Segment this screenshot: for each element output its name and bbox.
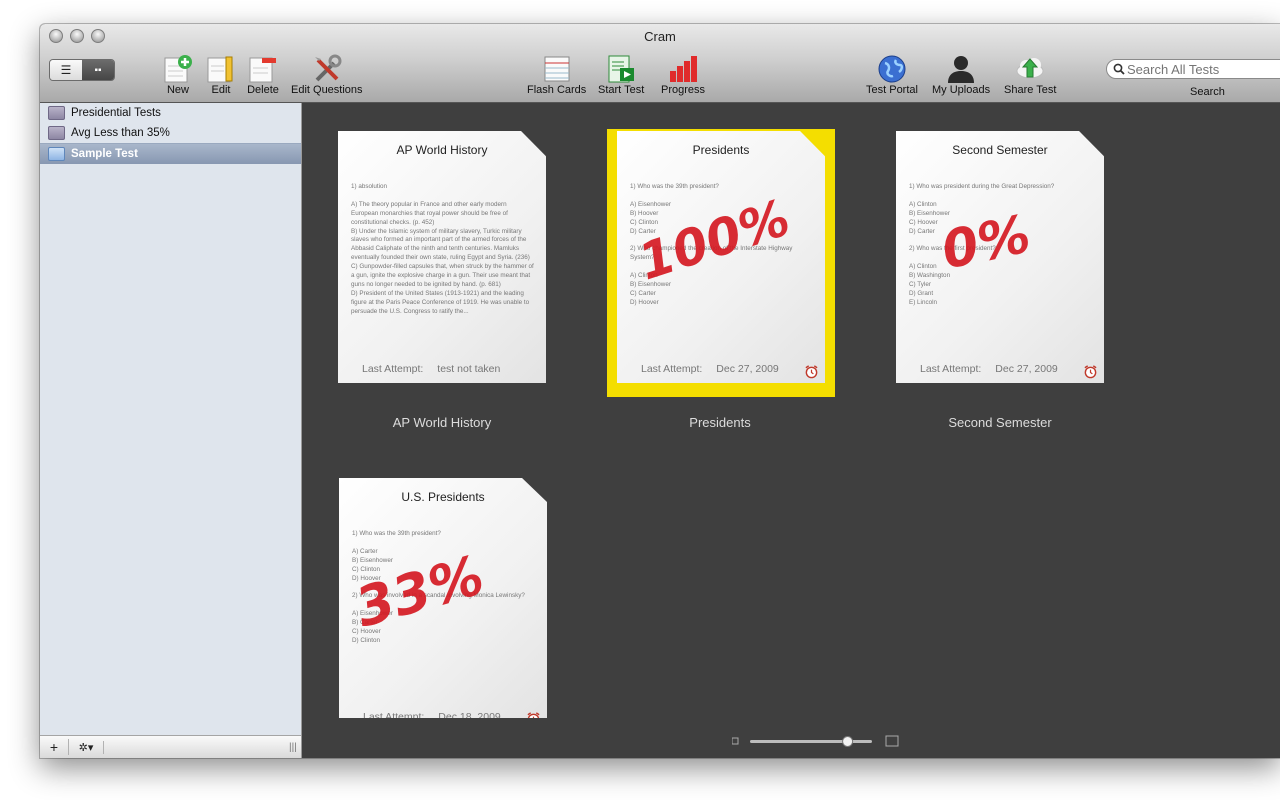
test-card-us-presidents[interactable]: U.S. Presidents 1) Who was the 39th pres…: [339, 478, 547, 718]
test-card-presidents[interactable]: Presidents 1) Who was the 39th president…: [617, 131, 825, 383]
card-last-attempt: Last Attempt: Dec 27, 2009: [641, 363, 779, 375]
last-attempt-value: test not taken: [437, 363, 501, 375]
search-field[interactable]: [1106, 59, 1280, 79]
sidebar-item-label: Presidential Tests: [71, 107, 161, 119]
grid-view-button[interactable]: ▪▪: [82, 60, 114, 80]
globe-icon: [875, 52, 909, 86]
card-title: Presidents: [692, 143, 750, 157]
test-portal-button[interactable]: Test Portal: [866, 52, 918, 96]
cloud-upload-icon: [1013, 52, 1047, 86]
sidebar-footer: + ✲▾ |||: [40, 735, 301, 758]
list-view-button[interactable]: ☰: [50, 60, 82, 80]
card-last-attempt: Last Attempt: test not taken: [362, 363, 501, 375]
sidebar-item-avg-less-than-35[interactable]: Avg Less than 35%: [40, 123, 301, 143]
last-attempt-value: Dec 18, 2009: [438, 711, 501, 723]
last-attempt-value: Dec 27, 2009: [995, 363, 1058, 375]
card-last-attempt: Last Attempt: Dec 27, 2009: [920, 363, 1058, 375]
edit-icon: [204, 52, 238, 86]
grid-icon: ▪▪: [94, 64, 102, 76]
progress-chart-icon: [666, 52, 700, 86]
view-mode-control: ☰ ▪▪: [49, 59, 115, 81]
card-preview-text: 1) absolution A) The theory popular in F…: [351, 183, 534, 315]
card-caption: Presidents: [689, 415, 751, 430]
toolbar: Cram ☰ ▪▪ New Edit Delete Edit Questions…: [40, 24, 1280, 103]
app-window: Cram ☰ ▪▪ New Edit Delete Edit Questions…: [40, 24, 1280, 758]
card-title: AP World History: [396, 143, 488, 157]
alarm-clock-icon: [805, 365, 818, 379]
share-test-button[interactable]: Share Test: [1004, 52, 1056, 96]
alarm-clock-icon: [527, 712, 540, 718]
zoom-slider[interactable]: [732, 733, 902, 749]
folder-icon: [48, 147, 65, 161]
new-button[interactable]: New: [161, 52, 195, 96]
search-label: Search: [1190, 86, 1225, 98]
new-test-icon: [161, 52, 195, 86]
start-test-button[interactable]: Start Test: [598, 52, 644, 96]
card-caption: AP World History: [392, 415, 492, 430]
test-grid: AP World History 1) absolution A) The th…: [302, 103, 1280, 758]
list-icon: ☰: [60, 63, 72, 77]
slider-track: [750, 740, 872, 743]
progress-button[interactable]: Progress: [661, 52, 705, 96]
small-size-icon: [732, 737, 739, 745]
flash-cards-icon: [540, 52, 574, 86]
add-button[interactable]: +: [40, 739, 69, 755]
flash-cards-button[interactable]: Flash Cards: [527, 52, 586, 96]
last-attempt-value: Dec 27, 2009: [716, 363, 779, 375]
delete-button[interactable]: Delete: [246, 52, 280, 96]
resize-handle[interactable]: |||: [289, 742, 301, 753]
test-card-second-semester[interactable]: Second Semester 1) Who was president dur…: [896, 131, 1104, 383]
test-card-ap-world-history[interactable]: AP World History 1) absolution A) The th…: [338, 131, 546, 383]
sidebar-item-label: Avg Less than 35%: [71, 127, 170, 139]
search-input[interactable]: [1125, 60, 1279, 78]
sidebar-item-sample-test[interactable]: Sample Test: [40, 143, 301, 164]
edit-questions-button[interactable]: Edit Questions: [291, 52, 363, 96]
user-icon: [944, 52, 978, 86]
card-caption: Second Semester: [948, 415, 1052, 430]
gear-menu-button[interactable]: ✲▾: [69, 740, 104, 754]
start-test-icon: [604, 52, 638, 86]
card-title: U.S. Presidents: [401, 490, 485, 504]
smart-folder-icon: [48, 106, 65, 120]
tools-icon: [310, 52, 344, 86]
window-title: Cram: [644, 29, 676, 44]
sidebar: Presidential Tests Avg Less than 35% Sam…: [40, 103, 302, 758]
smart-folder-icon: [48, 126, 65, 140]
alarm-clock-icon: [1084, 365, 1097, 379]
slider-thumb: [842, 736, 854, 747]
edit-button[interactable]: Edit: [204, 52, 238, 96]
card-last-attempt: Last Attempt: Dec 18, 2009: [363, 711, 501, 723]
search-icon: [1113, 63, 1125, 75]
sidebar-item-presidential-tests[interactable]: Presidential Tests: [40, 103, 301, 123]
my-uploads-button[interactable]: My Uploads: [932, 52, 990, 96]
sidebar-item-label: Sample Test: [71, 148, 138, 160]
card-title: Second Semester: [952, 143, 1048, 157]
large-size-icon: [885, 735, 899, 747]
delete-icon: [246, 52, 280, 86]
